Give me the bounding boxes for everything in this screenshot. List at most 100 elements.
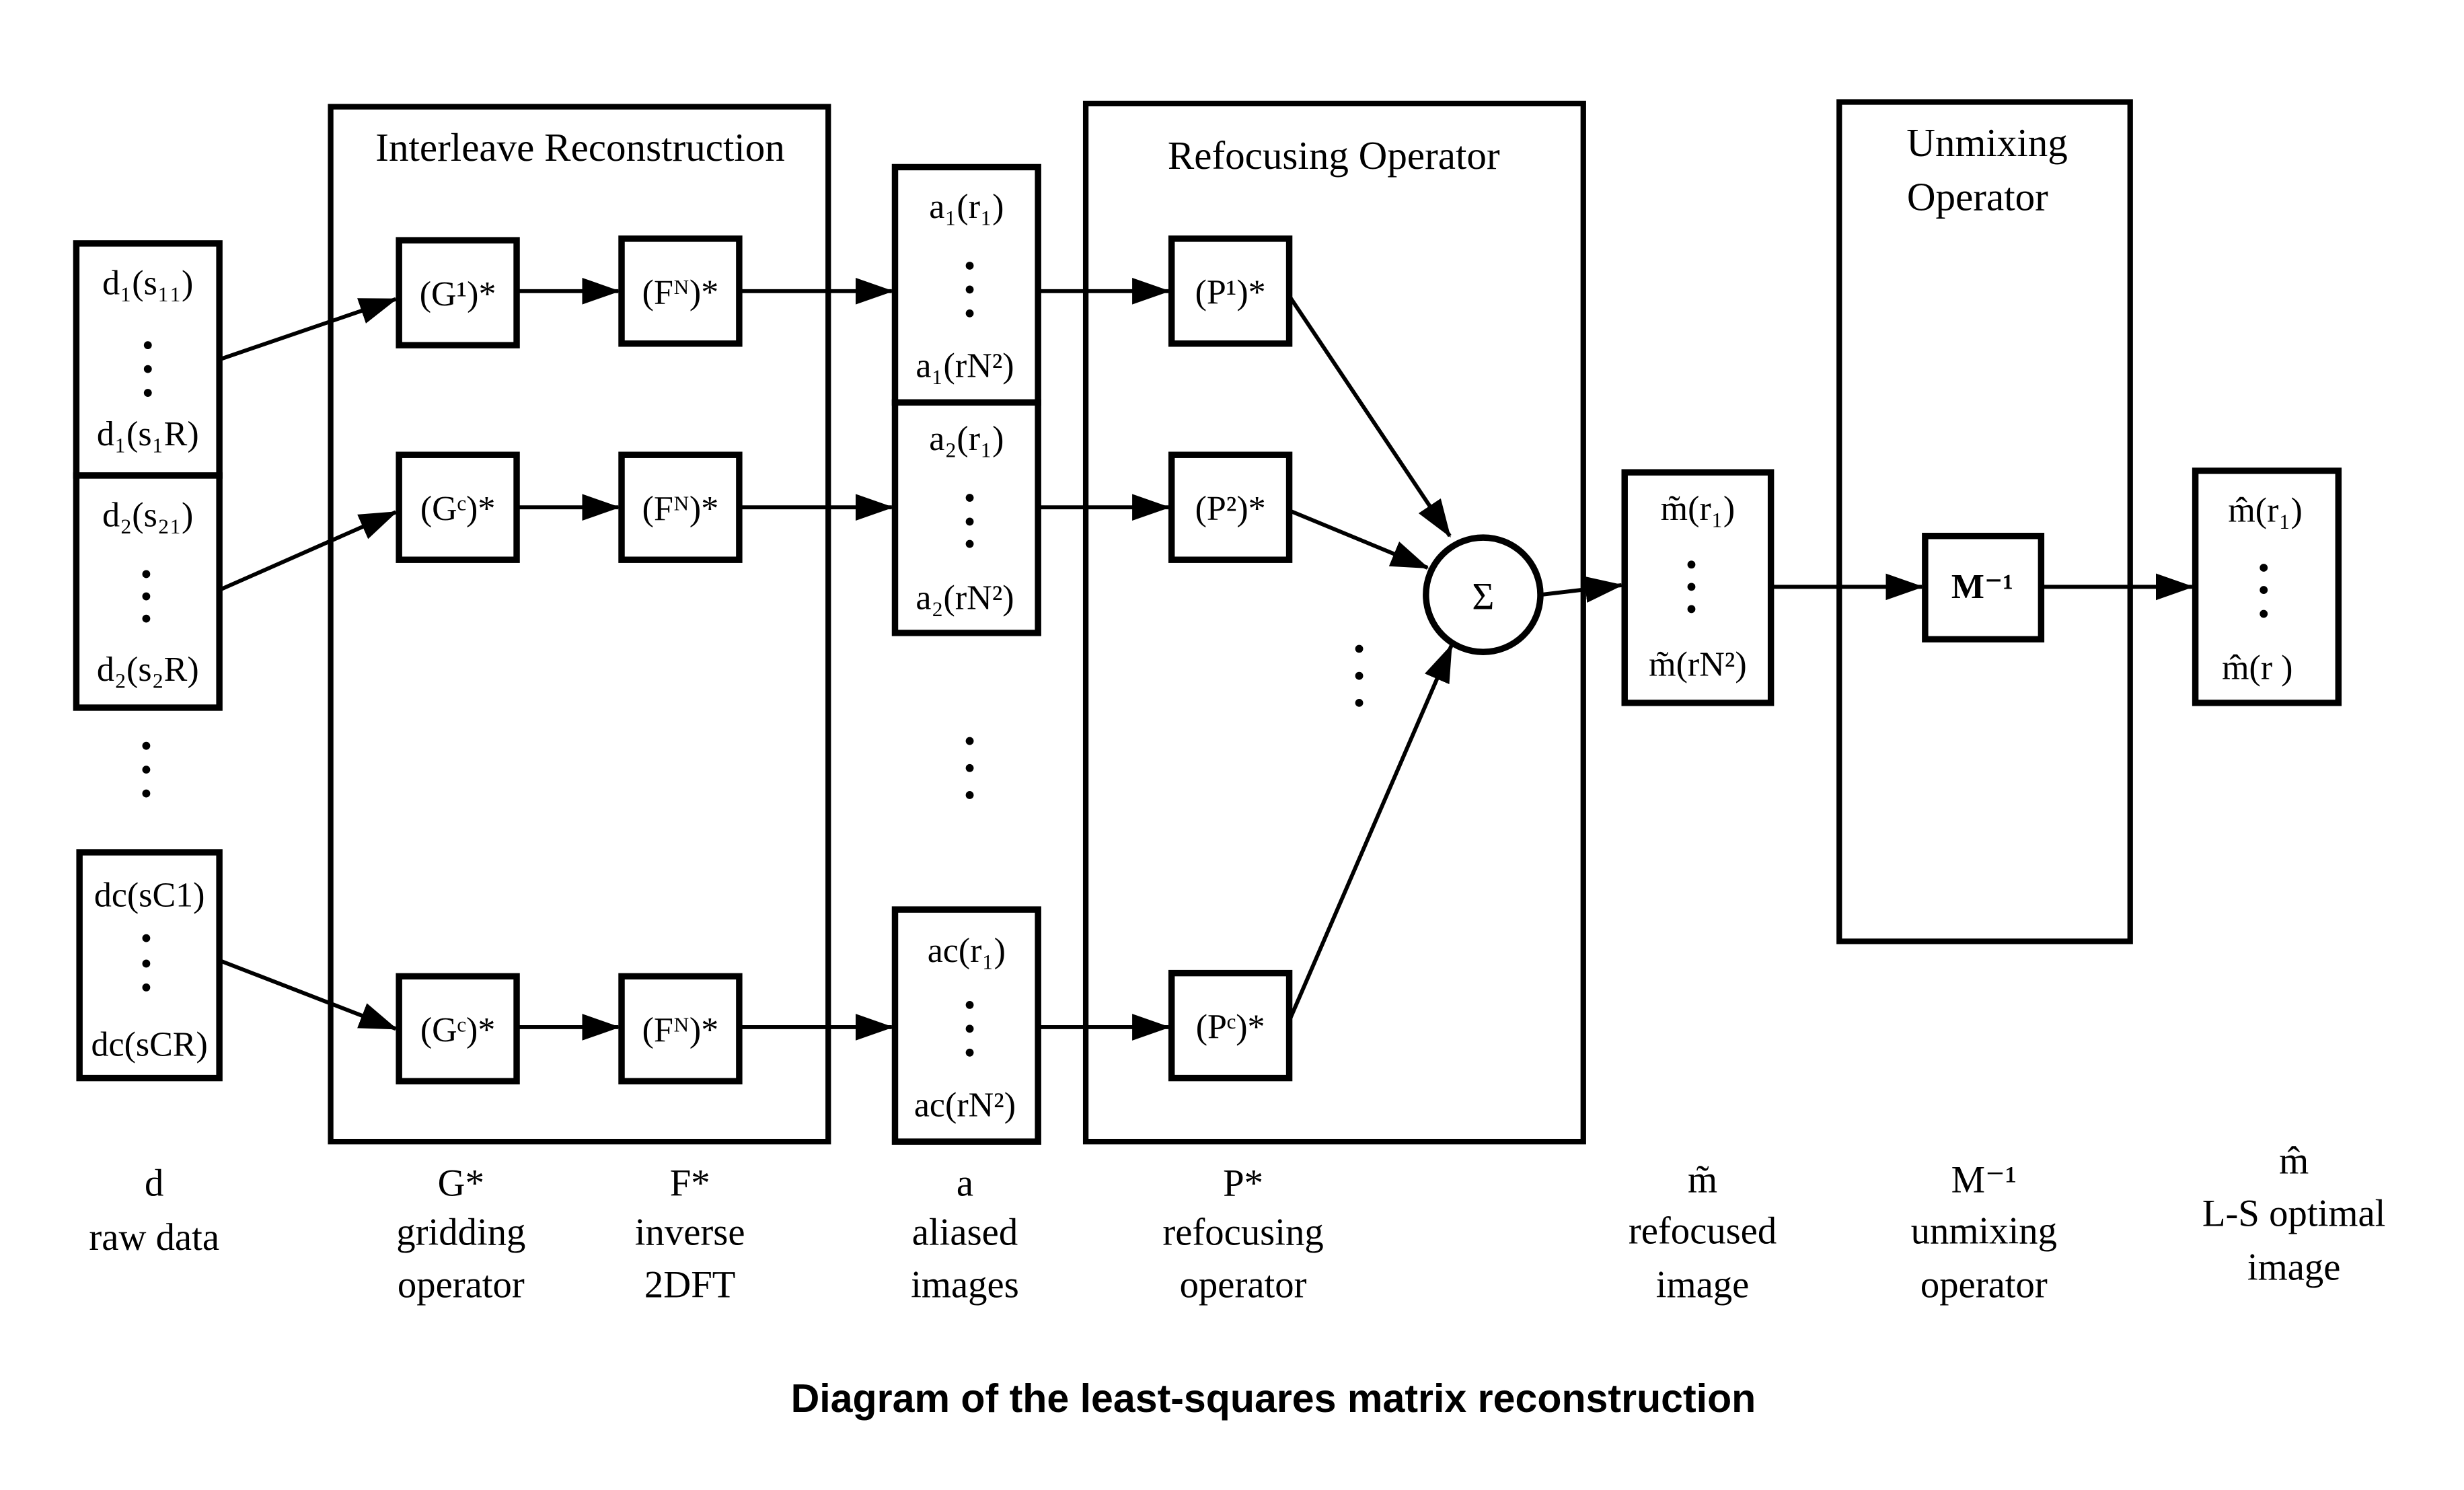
- label-line2: image: [2247, 1246, 2341, 1289]
- raw-data-1-bottom: d₁(s₁R): [97, 415, 199, 453]
- optimal-top: m̂(r₁): [2228, 491, 2303, 529]
- label-line1: raw data: [89, 1216, 219, 1259]
- arrow-p2-to-sum: [1288, 509, 1429, 570]
- ellipsis-dot: [143, 341, 152, 350]
- raw-data-2-bottom: d₂(s₂R): [97, 650, 199, 689]
- aliased-c-bottom: ac(rN²): [914, 1086, 1016, 1124]
- label-line2: image: [1656, 1264, 1750, 1306]
- aliased-1-top: a₁(r₁): [929, 188, 1004, 226]
- ellipsis-dot: [143, 365, 152, 373]
- bottom-label-gridding: G* gridding operator: [396, 1162, 525, 1306]
- ellipsis-dot: [142, 983, 151, 992]
- refocused-bottom: m̃(rN²): [1649, 646, 1746, 684]
- ellipsis-dot: [143, 389, 152, 397]
- gridding-op-1: (G¹)*: [396, 237, 520, 348]
- interleave-reconstruction-title: Interleave Reconstruction: [375, 125, 785, 170]
- ellipsis-dot: [1687, 605, 1696, 613]
- label-symbol: G*: [438, 1162, 484, 1204]
- unmixing-operator-title-line2: Operator: [1907, 174, 2048, 219]
- gridding-op-2: (Gᶜ)*: [396, 451, 520, 563]
- unmixing-operator-frame: [1836, 99, 2133, 944]
- label-line1: unmixing: [1911, 1209, 2057, 1252]
- ellipsis-dot: [965, 494, 974, 502]
- fourier-op-c: (Fᴺ)*: [618, 973, 743, 1085]
- refocus-op-c: (Pᶜ)*: [1168, 969, 1293, 1082]
- arrow-rawc-to-gc: [219, 958, 398, 1031]
- ellipsis-dot: [965, 285, 974, 294]
- arrow-raw1-to-g1: [219, 297, 398, 362]
- bottom-label-optimal: m̂ L-S optimal image: [2202, 1140, 2385, 1288]
- fourier-op-2: (Fᴺ)*: [618, 451, 743, 563]
- refocus-op-2-label: (P²)*: [1195, 490, 1266, 528]
- label-symbol: a: [957, 1162, 973, 1204]
- label-line1: refocused: [1629, 1209, 1777, 1252]
- ellipsis-dot: [1687, 560, 1696, 569]
- bottom-label-aliased: a aliased images: [911, 1162, 1019, 1306]
- raw-data-1-top: d₁(s₁₁): [102, 264, 193, 303]
- raw-data-ellipsis: [142, 741, 151, 798]
- raw-data-block-2: d₂(s₂₁) d₂(s₂R): [73, 472, 223, 711]
- label-line1: refocusing: [1162, 1212, 1323, 1254]
- label-line1: L-S optimal: [2202, 1192, 2385, 1234]
- label-symbol: m̃: [1688, 1159, 1717, 1201]
- label-symbol: P*: [1223, 1162, 1263, 1204]
- label-line2: operator: [1920, 1264, 2048, 1306]
- label-line2: images: [911, 1264, 1019, 1306]
- raw-data-c-top: dc(sC1): [94, 876, 205, 914]
- aliased-image-2: a₂(r₁) a₂(rN²): [891, 399, 1041, 636]
- ellipsis-dot: [142, 959, 151, 968]
- bottom-label-raw-data: d raw data: [89, 1162, 219, 1258]
- ellipsis-dot: [142, 570, 151, 579]
- ellipsis-dot: [2260, 586, 2268, 594]
- label-symbol: M⁻¹: [1951, 1159, 2017, 1201]
- ellipsis-dot: [965, 1048, 974, 1057]
- fourier-op-1: (Fᴺ)*: [618, 235, 743, 347]
- ellipsis-dot: [142, 614, 151, 623]
- summation-node: Σ: [1423, 534, 1544, 655]
- refocus-op-1-label: (P¹)*: [1195, 274, 1266, 312]
- bottom-label-refocusing: P* refocusing operator: [1162, 1162, 1323, 1306]
- ellipsis-dot: [965, 1025, 974, 1033]
- label-line2: 2DFT: [644, 1264, 735, 1306]
- optimal-bottom: m̂(r ): [2222, 648, 2292, 687]
- raw-data-block-c: dc(sC1) dc(sCR): [76, 849, 223, 1082]
- refocus-op-1: (P¹)*: [1168, 235, 1293, 347]
- ellipsis-dot: [965, 1000, 974, 1009]
- ellipsis-dot: [1687, 583, 1696, 591]
- unmix-op-box: M⁻¹: [1922, 533, 2045, 643]
- ellipsis-dot: [965, 309, 974, 318]
- aliased-2-bottom: a₂(rN²): [916, 579, 1014, 617]
- aliased-image-1: a₁(r₁) a₁(rN²): [891, 163, 1041, 406]
- raw-data-block-1: d₁(s₁₁) d₁(s₁R): [73, 240, 223, 479]
- ellipsis-dot: [965, 517, 974, 526]
- label-line2: operator: [398, 1264, 525, 1306]
- arrow-pc-to-sum: [1287, 644, 1454, 1022]
- bottom-label-refocused: m̃ refocused image: [1629, 1159, 1777, 1306]
- optimal-image-box: m̂(r₁) m̂(r ): [2192, 468, 2342, 706]
- ellipsis-dot: [142, 592, 151, 601]
- gridding-op-2-label: (Gᶜ)*: [420, 490, 495, 528]
- fourier-op-2-label: (Fᴺ)*: [642, 490, 719, 528]
- connectors: [218, 277, 2194, 1041]
- label-line1: inverse: [635, 1212, 745, 1254]
- aliased-c-top: ac(r₁): [928, 932, 1006, 970]
- arrow-raw2-to-g2: [218, 510, 398, 592]
- refocus-op-c-label: (Pᶜ)*: [1196, 1008, 1265, 1047]
- aliased-2-top: a₂(r₁): [929, 420, 1004, 458]
- label-line1: gridding: [396, 1212, 525, 1254]
- ellipsis-dot: [2260, 564, 2268, 572]
- fourier-op-1-label: (Fᴺ)*: [642, 274, 719, 312]
- refocus-op-2: (P²)*: [1168, 451, 1293, 563]
- refocused-top: m̃(r₁): [1661, 490, 1735, 528]
- gridding-op-c: (Gᶜ)*: [396, 973, 520, 1085]
- reconstruction-diagram: Interleave Reconstruction Refocusing Ope…: [73, 99, 2385, 1421]
- ellipsis-dot: [965, 539, 974, 548]
- refocusing-operator-title: Refocusing Operator: [1168, 133, 1500, 178]
- aliased-image-c: ac(r₁) ac(rN²): [891, 906, 1041, 1145]
- fourier-op-c-label: (Fᴺ)*: [642, 1011, 719, 1049]
- ellipsis-dot: [2260, 609, 2268, 618]
- gridding-op-1-label: (G¹)*: [420, 275, 496, 313]
- gridding-op-c-label: (Gᶜ)*: [420, 1011, 495, 1049]
- bottom-label-fourier: F* inverse 2DFT: [635, 1162, 745, 1306]
- sigma-symbol: Σ: [1472, 575, 1494, 618]
